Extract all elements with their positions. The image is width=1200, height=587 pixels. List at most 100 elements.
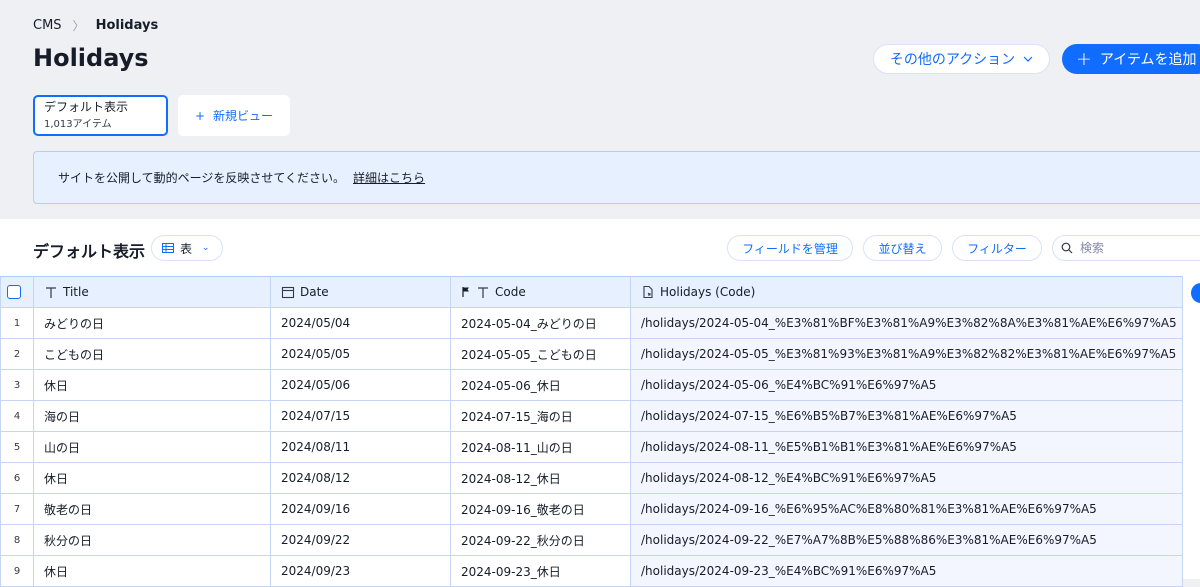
cell-date[interactable]: 2024/09/22 — [270, 524, 451, 556]
cell-title[interactable]: 休日 — [33, 369, 271, 401]
table-row[interactable]: 5 山の日 2024/08/11 2024-08-11_山の日 /holiday… — [0, 431, 1183, 463]
manage-fields-label: フィールドを管理 — [742, 241, 838, 256]
column-header-title[interactable]: Title — [33, 276, 271, 308]
cell-code[interactable]: 2024-05-06_休日 — [450, 369, 631, 401]
row-number: 6 — [0, 462, 34, 494]
view-mode-label: 表 — [180, 241, 193, 256]
cell-title[interactable]: 敬老の日 — [33, 493, 271, 525]
view-item-count: 1,013アイテム — [44, 119, 112, 130]
cell-code[interactable]: 2024-07-15_海の日 — [450, 400, 631, 432]
manage-fields-button[interactable]: フィールドを管理 — [727, 235, 853, 261]
data-table: Title Date Code Holidays (Code) 1 みどりの日 … — [0, 276, 1183, 587]
cell-date[interactable]: 2024/05/05 — [270, 338, 451, 370]
column-header-holidays-code[interactable]: Holidays (Code) — [630, 276, 1183, 308]
row-number: 1 — [0, 307, 34, 339]
cell-date[interactable]: 2024/08/11 — [270, 431, 451, 463]
add-item-label: アイテムを追加 — [1099, 52, 1197, 68]
calendar-icon — [281, 286, 295, 299]
cell-date[interactable]: 2024/05/06 — [270, 369, 451, 401]
url-page-icon — [643, 285, 653, 299]
new-view-label: 新規ビュー — [213, 109, 274, 123]
filter-button[interactable]: フィルター — [952, 235, 1042, 261]
view-mode-dropdown[interactable]: 表 ⌄ — [151, 235, 223, 261]
text-field-icon — [46, 287, 56, 298]
cell-code[interactable]: 2024-09-23_休日 — [450, 555, 631, 587]
cell-title[interactable]: 山の日 — [33, 431, 271, 463]
select-all-cell[interactable] — [0, 276, 34, 308]
search-box[interactable] — [1052, 235, 1200, 261]
search-input[interactable] — [1078, 240, 1192, 256]
cell-holidays-code[interactable]: /holidays/2024-07-15_%E6%B5%B7%E3%81%AE%… — [630, 400, 1183, 432]
table-row[interactable]: 6 休日 2024/08/12 2024-08-12_休日 /holidays/… — [0, 462, 1183, 494]
cell-holidays-code[interactable]: /holidays/2024-09-22_%E7%A7%8B%E5%88%86%… — [630, 524, 1183, 556]
cell-date[interactable]: 2024/07/15 — [270, 400, 451, 432]
cell-code[interactable]: 2024-09-22_秋分の日 — [450, 524, 631, 556]
table-row[interactable]: 1 みどりの日 2024/05/04 2024-05-04_みどりの日 /hol… — [0, 307, 1183, 339]
cell-code[interactable]: 2024-05-05_こどもの日 — [450, 338, 631, 370]
notice-text: サイトを公開して動的ページを反映させてください。 — [58, 171, 346, 185]
table-row[interactable]: 2 こどもの日 2024/05/05 2024-05-05_こどもの日 /hol… — [0, 338, 1183, 370]
cell-holidays-code[interactable]: /holidays/2024-09-23_%E4%BC%91%E6%97%A5 — [630, 555, 1183, 587]
plus-icon: + — [1076, 47, 1092, 70]
cell-holidays-code[interactable]: /holidays/2024-09-16_%E6%95%AC%E8%80%81%… — [630, 493, 1183, 525]
table-row[interactable]: 3 休日 2024/05/06 2024-05-06_休日 /holidays/… — [0, 369, 1183, 401]
column-label: Holidays (Code) — [660, 285, 756, 299]
row-number: 9 — [0, 555, 34, 587]
view-tab-default[interactable]: デフォルト表示 1,013アイテム — [33, 95, 168, 136]
new-view-button[interactable]: + 新規ビュー — [178, 95, 290, 136]
add-item-button[interactable]: + アイテムを追加 — [1062, 44, 1200, 74]
table-row[interactable]: 9 休日 2024/09/23 2024-09-23_休日 /holidays/… — [0, 555, 1183, 587]
table-row[interactable]: 7 敬老の日 2024/09/16 2024-09-16_敬老の日 /holid… — [0, 493, 1183, 525]
plus-icon: + — [194, 108, 206, 123]
cell-title[interactable]: みどりの日 — [33, 307, 271, 339]
breadcrumb-cms[interactable]: CMS — [33, 18, 62, 33]
cell-holidays-code[interactable]: /holidays/2024-08-12_%E4%BC%91%E6%97%A5 — [630, 462, 1183, 494]
notice-learn-more-link[interactable]: 詳細はこちら — [353, 169, 425, 186]
column-label: Code — [495, 285, 526, 299]
cell-code[interactable]: 2024-08-12_休日 — [450, 462, 631, 494]
search-icon — [1061, 242, 1073, 254]
page-title: Holidays — [33, 44, 149, 72]
sort-label: 並び替え — [878, 241, 927, 256]
cell-holidays-code[interactable]: /holidays/2024-05-06_%E4%BC%91%E6%97%A5 — [630, 369, 1183, 401]
select-all-checkbox[interactable] — [7, 285, 21, 299]
cell-date[interactable]: 2024/09/16 — [270, 493, 451, 525]
publish-notice: サイトを公開して動的ページを反映させてください。 詳細はこちら — [33, 151, 1200, 204]
cell-date[interactable]: 2024/08/12 — [270, 462, 451, 494]
column-label: Date — [300, 285, 329, 299]
flag-icon — [462, 287, 469, 297]
cell-title[interactable]: 海の日 — [33, 400, 271, 432]
column-label: Title — [63, 285, 89, 299]
cell-code[interactable]: 2024-09-16_敬老の日 — [450, 493, 631, 525]
row-number: 3 — [0, 369, 34, 401]
table-row[interactable]: 8 秋分の日 2024/09/22 2024-09-22_秋分の日 /holid… — [0, 524, 1183, 556]
cell-holidays-code[interactable]: /holidays/2024-05-04_%E3%81%BF%E3%81%A9%… — [630, 307, 1183, 339]
cell-code[interactable]: 2024-08-11_山の日 — [450, 431, 631, 463]
row-number: 2 — [0, 338, 34, 370]
column-header-code[interactable]: Code — [450, 276, 631, 308]
cell-title[interactable]: こどもの日 — [33, 338, 271, 370]
cell-code[interactable]: 2024-05-04_みどりの日 — [450, 307, 631, 339]
breadcrumb-current: Holidays — [95, 18, 159, 33]
cell-holidays-code[interactable]: /holidays/2024-05-05_%E3%81%93%E3%81%A9%… — [630, 338, 1183, 370]
row-number: 8 — [0, 524, 34, 556]
row-number: 5 — [0, 431, 34, 463]
cell-date[interactable]: 2024/09/23 — [270, 555, 451, 587]
cell-date[interactable]: 2024/05/04 — [270, 307, 451, 339]
cell-title[interactable]: 休日 — [33, 462, 271, 494]
column-header-date[interactable]: Date — [270, 276, 451, 308]
cell-title[interactable]: 休日 — [33, 555, 271, 587]
chevron-down-icon: ⌄ — [202, 243, 210, 253]
more-actions-button[interactable]: その他のアクション — [873, 44, 1050, 74]
cell-title[interactable]: 秋分の日 — [33, 524, 271, 556]
breadcrumb: CMS 〉 Holidays — [33, 17, 158, 34]
sort-button[interactable]: 並び替え — [863, 235, 942, 261]
text-field-icon — [478, 287, 488, 298]
view-name: デフォルト表示 — [44, 100, 129, 114]
table-row[interactable]: 4 海の日 2024/07/15 2024-07-15_海の日 /holiday… — [0, 400, 1183, 432]
row-number: 4 — [0, 400, 34, 432]
row-number: 7 — [0, 493, 34, 525]
cell-holidays-code[interactable]: /holidays/2024-08-11_%E5%B1%B1%E3%81%AE%… — [630, 431, 1183, 463]
filter-label: フィルター — [967, 241, 1027, 256]
collection-view-title: デフォルト表示 — [33, 242, 146, 261]
